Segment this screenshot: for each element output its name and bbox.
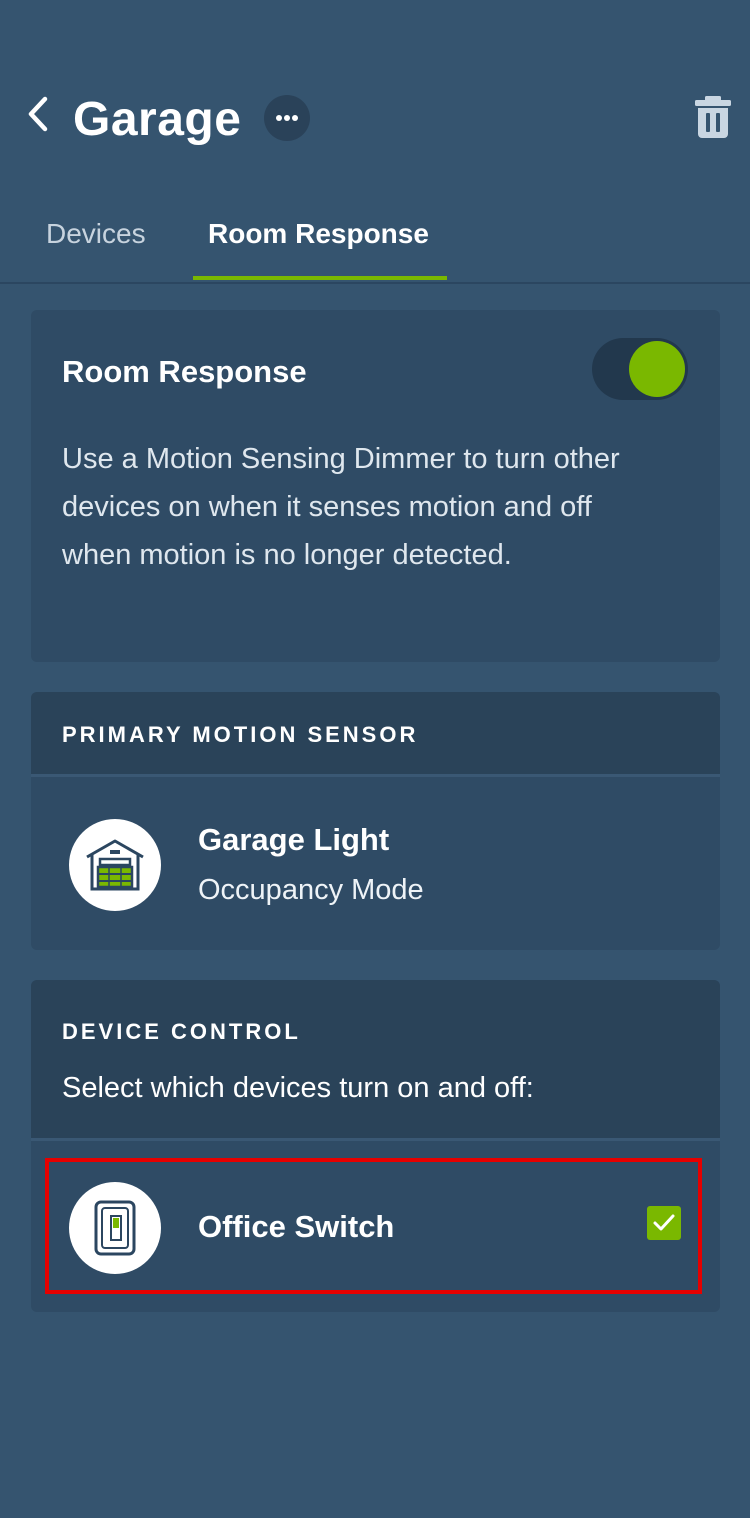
primary-motion-sensor-label: PRIMARY MOTION SENSOR [62,722,419,747]
device-control-label: DEVICE CONTROL [62,1019,301,1044]
room-response-description: Use a Motion Sensing Dimmer to turn othe… [62,443,620,571]
divider [31,1138,720,1141]
device-control-subtitle: Select which devices turn on and off: [62,1072,534,1104]
tab-bar: Devices Room Response [0,196,750,284]
tab-room-response[interactable]: Room Response [208,214,429,254]
room-response-toggle[interactable] [592,338,688,400]
sensor-device-name: Garage Light [198,822,390,857]
page-title: Garage [73,93,242,146]
device-control-card: DEVICE CONTROL Select which devices turn… [31,980,720,1312]
back-button[interactable] [18,92,58,136]
primary-motion-sensor-card: PRIMARY MOTION SENSOR Garage Light Occup… [31,692,720,950]
section-header: PRIMARY MOTION SENSOR [31,692,720,774]
more-options-button[interactable] [264,95,310,141]
chevron-left-icon [28,96,48,132]
tab-devices[interactable]: Devices [46,214,146,254]
sensor-device-mode: Occupancy Mode [198,874,424,906]
section-header: DEVICE CONTROL Select which devices turn… [31,980,720,1140]
divider [31,774,720,777]
device-control-item-name[interactable]: Office Switch [198,1207,394,1247]
trash-icon [695,96,731,138]
header: Garage [0,0,750,190]
light-switch-icon [69,1182,161,1274]
delete-room-button[interactable] [692,94,734,140]
toggle-knob [629,341,685,397]
more-horizontal-icon [276,115,298,121]
device-control-checkbox[interactable] [647,1206,681,1240]
checkmark-icon [653,1214,675,1231]
room-response-card: Room Response Use a Motion Sensing Dimme… [31,310,720,662]
room-response-title: Room Response [62,354,307,389]
active-tab-indicator [193,276,447,280]
garage-icon [69,819,161,911]
